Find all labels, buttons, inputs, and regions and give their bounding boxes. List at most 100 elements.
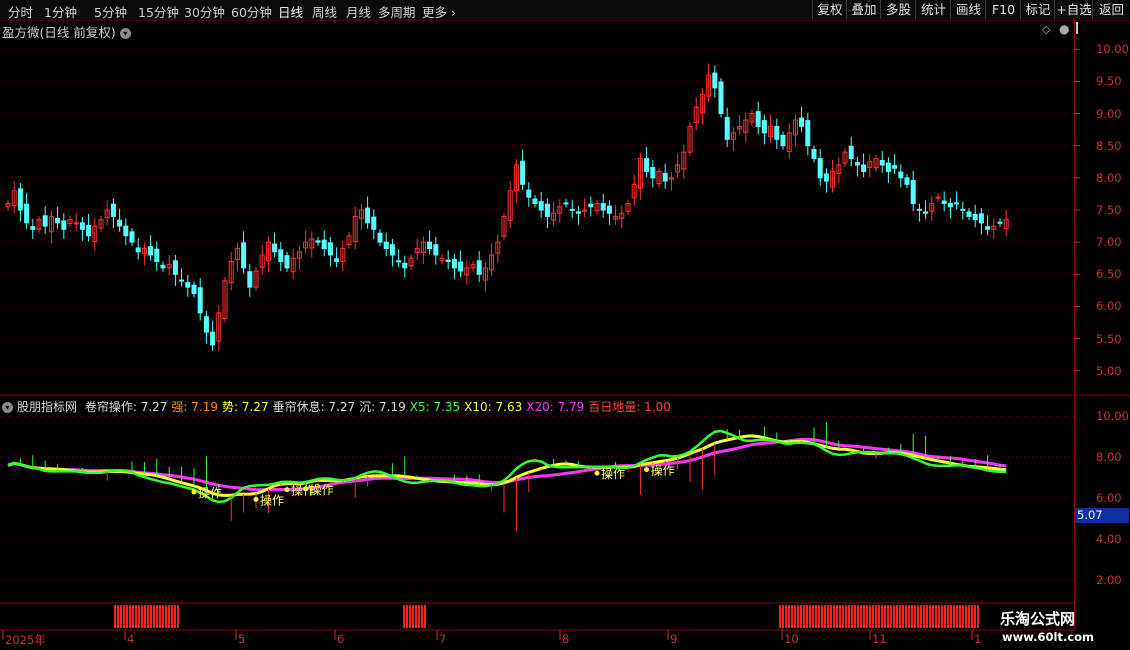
x5-line	[7, 429, 1007, 504]
date-tick-6: 9	[670, 632, 678, 646]
candle-body	[278, 249, 284, 262]
candle-body	[712, 72, 718, 89]
candle-body	[954, 202, 960, 205]
candle-body	[892, 165, 898, 169]
candle-body	[185, 282, 191, 288]
candle-body	[718, 81, 724, 115]
candle-body	[61, 220, 67, 230]
candle-body	[79, 222, 85, 230]
signal-dot	[594, 470, 600, 476]
kline-chart[interactable]: 操作操作操作操作操作 操作	[0, 0, 1130, 650]
candle-body	[73, 222, 79, 225]
candle-body	[55, 217, 61, 224]
candle-body	[885, 162, 891, 172]
candle-body	[811, 149, 817, 160]
candle-body	[569, 208, 575, 211]
price-tick-10: 5.00	[1096, 363, 1122, 378]
candle-body	[371, 216, 377, 230]
candle-body	[724, 116, 730, 140]
x10-line	[7, 434, 1007, 497]
candle-body	[377, 232, 383, 243]
candle-body	[923, 211, 929, 214]
candle-body	[941, 200, 947, 205]
signal-dot	[644, 467, 650, 473]
candle-body	[606, 205, 612, 214]
candle-body	[972, 214, 978, 221]
candle-body	[197, 287, 203, 314]
candle-body	[365, 207, 371, 224]
candle-body	[123, 225, 129, 237]
candle-body	[315, 240, 321, 243]
signal-label: 操作	[601, 466, 625, 481]
candle-body	[427, 241, 433, 250]
candle-body	[458, 261, 464, 272]
price-tick-9: 5.50	[1096, 331, 1122, 346]
candle-body	[780, 134, 786, 147]
indicator-tick-2: 6.00	[1096, 490, 1122, 505]
candle-body	[389, 244, 395, 256]
candle-body	[321, 239, 327, 250]
candle-body	[383, 241, 389, 250]
candle-body	[117, 219, 123, 227]
candle-body	[433, 244, 439, 256]
candle-body	[241, 242, 247, 269]
candle-body	[916, 208, 922, 211]
date-tick-3: 6	[337, 632, 345, 646]
candle-body	[17, 188, 23, 211]
date-tick-0: 2025年	[5, 633, 46, 647]
indicator-tick-0: 10.00	[1096, 409, 1129, 424]
candle-body	[272, 243, 278, 253]
candle-body	[966, 211, 972, 217]
signal-dot	[303, 486, 309, 492]
indicator-tick-3: 4.00	[1096, 531, 1122, 546]
signal-dot	[284, 487, 290, 493]
candle-body	[761, 120, 767, 134]
candle-body	[997, 221, 1003, 224]
candle-body	[854, 161, 860, 166]
candle-body	[86, 224, 92, 237]
candle-body	[30, 226, 36, 230]
candle-body	[179, 279, 185, 282]
candle-body	[947, 203, 953, 208]
current-value-label: 5.07	[1075, 508, 1129, 523]
price-tick-0: 10.00	[1096, 42, 1129, 57]
price-tick-4: 8.00	[1096, 170, 1122, 185]
signal-label: 操作	[310, 482, 334, 497]
candle-body	[327, 242, 333, 256]
candle-body	[575, 211, 581, 214]
signal-dot	[253, 496, 259, 502]
price-tick-1: 9.50	[1096, 74, 1122, 89]
signal-label: 操作	[260, 492, 284, 507]
candle-body	[978, 213, 984, 224]
candle-body	[755, 111, 761, 127]
brand-name: 乐淘公式网	[1000, 610, 1076, 628]
date-tick-7: 10	[784, 632, 799, 646]
candle-body	[848, 145, 854, 160]
candle-body	[203, 316, 209, 333]
candle-body	[154, 248, 160, 262]
candle-body	[135, 247, 141, 253]
candle-body	[861, 164, 867, 172]
candle-body	[805, 120, 811, 147]
date-tick-9: 1	[974, 632, 982, 646]
candle-body	[898, 171, 904, 179]
candle-body	[172, 260, 178, 275]
candle-body	[904, 177, 910, 185]
candle-body	[520, 160, 526, 185]
candle-body	[402, 262, 408, 269]
indicator-tick-4: 2.00	[1096, 572, 1122, 587]
candle-body	[532, 198, 538, 205]
date-tick-5: 8	[562, 632, 570, 646]
candle-body	[148, 246, 154, 256]
candle-body	[879, 160, 885, 166]
brand-url: www.60lt.com	[1002, 630, 1095, 644]
candle-body	[563, 202, 569, 205]
price-tick-2: 9.00	[1096, 106, 1122, 121]
date-tick-2: 5	[238, 632, 246, 646]
price-tick-7: 6.50	[1096, 267, 1122, 282]
candle-body	[650, 167, 656, 179]
candle-body	[110, 203, 116, 217]
candle-body	[191, 284, 197, 295]
date-tick-8: 11	[872, 632, 887, 646]
price-tick-5: 7.50	[1096, 203, 1122, 217]
